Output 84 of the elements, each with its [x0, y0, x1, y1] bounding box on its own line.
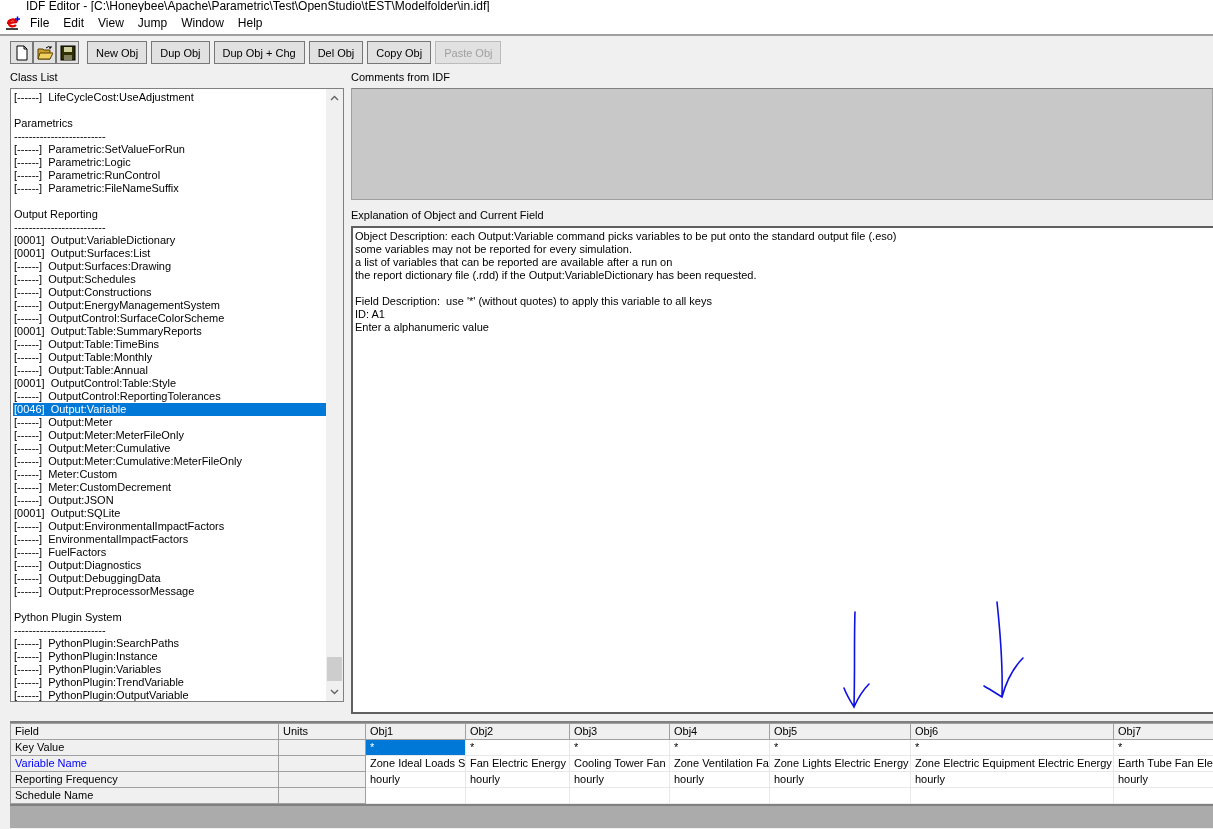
class-list-item[interactable]: [0001] Output:Table:SummaryReports — [13, 325, 326, 338]
class-list-item[interactable]: [------] LifeCycleCost:UseAdjustment — [13, 91, 326, 104]
class-list-item[interactable]: [------] Output:Meter:MeterFileOnly — [13, 429, 326, 442]
scrollbar-thumb[interactable] — [327, 657, 342, 681]
class-list-item[interactable]: [------] OutputControl:ReportingTolerances — [13, 390, 326, 403]
app-icon — [5, 15, 21, 31]
toolbar-button[interactable]: New Obj — [87, 41, 148, 64]
open-folder-icon — [36, 44, 53, 61]
class-list-item[interactable]: [------] Output:JSON — [13, 494, 326, 507]
description-text: Object Description: each Output:Variable command picks variables to be put onto the standard output file (.eso) — [355, 230, 898, 243]
class-list-item[interactable]: [0001] OutputControl:Table:Style — [13, 377, 326, 390]
column-header: Units — [278, 723, 366, 740]
class-list-item[interactable]: [------] Meter:Custom — [13, 468, 326, 481]
class-list-item[interactable]: [------] PythonPlugin:SearchPaths — [13, 637, 326, 650]
list-heading: Parametrics — [13, 117, 74, 130]
menu-item[interactable]: File — [23, 16, 57, 30]
menu-item[interactable]: Help — [230, 16, 270, 30]
class-list-item[interactable]: [------] EnvironmentalImpactFactors — [13, 533, 326, 546]
toolbar-button[interactable]: Dup Obj + Chg — [213, 41, 305, 64]
class-list-item[interactable]: [------] Output:Table:Annual — [13, 364, 326, 377]
class-list-item[interactable]: [------] Output:EnergyManagementSystem — [13, 299, 326, 312]
menu-item[interactable]: View — [91, 16, 131, 30]
class-list-item[interactable]: [------] Output:Meter:Cumulative:MeterFileOnly — [13, 455, 326, 468]
list-heading: ------------------------- — [13, 624, 107, 637]
class-list-item[interactable]: [------] PythonPlugin:Instance — [13, 650, 326, 663]
class-list-item[interactable]: [------] OutputControl:SurfaceColorScheme — [13, 312, 326, 325]
class-list-item[interactable]: [0001] Output:SQLite — [13, 507, 326, 520]
toolbar-button[interactable]: Copy Obj — [367, 41, 432, 64]
list-heading: ------------------------- — [13, 130, 107, 143]
class-list-item[interactable]: [------] Output:EnvironmentalImpactFactors — [13, 520, 326, 533]
class-list-item[interactable]: [------] PythonPlugin:OutputVariable — [13, 689, 326, 702]
class-list-item[interactable]: [0001] Output:VariableDictionary — [13, 234, 326, 247]
panel-label: Explanation of Object and Current Field — [351, 209, 544, 223]
description-text: the report dictionary file (.rdd) if the Output:VariableDictionary has been requested. — [355, 269, 758, 282]
class-list-item[interactable]: [------] Parametric:FileNameSuffix — [13, 182, 326, 195]
class-list-item[interactable]: [------] Output:Table:TimeBins — [13, 338, 326, 351]
scrollbar[interactable] — [326, 89, 343, 701]
class-list-item[interactable]: [------] Output:Diagnostics — [13, 559, 326, 572]
column-header: Field — [10, 723, 279, 740]
column-header: Obj2 — [465, 723, 570, 740]
scroll-up-icon[interactable] — [330, 95, 339, 101]
class-list-item[interactable]: [0046] Output:Variable — [13, 403, 326, 416]
description-text: Enter a alphanumeric value — [355, 321, 490, 334]
class-list-item[interactable]: [------] Parametric:SetValueForRun — [13, 143, 326, 156]
panel-label: Comments from IDF — [351, 71, 450, 85]
toolbar-button[interactable]: Dup Obj — [151, 41, 210, 64]
panel-label: Class List — [10, 71, 58, 85]
class-list-item[interactable]: [------] FuelFactors — [13, 546, 326, 559]
column-header: Obj5 — [769, 723, 911, 740]
class-list-item[interactable]: [------] Output:PreprocessorMessage — [13, 585, 326, 598]
class-list-item[interactable]: [------] Parametric:Logic — [13, 156, 326, 169]
save-icon — [59, 44, 76, 61]
description-text: ID: A1 — [355, 308, 386, 321]
window-title: IDF Editor - [C:\Honeybee\Apache\Parametric\Test\OpenStudio\tEST\Modelfolder\in.idf] — [26, 0, 490, 12]
column-header: Obj7 — [1113, 723, 1213, 740]
menu-item[interactable]: Window — [174, 16, 231, 30]
class-list-item[interactable]: [------] PythonPlugin:Variables — [13, 663, 326, 676]
toolbar-button[interactable] — [56, 41, 79, 64]
class-list-item[interactable]: [------] Output:Schedules — [13, 273, 326, 286]
class-list-item[interactable]: [0001] Output:Surfaces:List — [13, 247, 326, 260]
class-list-item[interactable]: [------] Output:Constructions — [13, 286, 326, 299]
class-list-item[interactable]: [------] Output:Meter — [13, 416, 326, 429]
class-list-item[interactable]: [------] Parametric:RunControl — [13, 169, 326, 182]
column-header: Obj3 — [569, 723, 670, 740]
list-heading: Output Reporting — [13, 208, 99, 221]
class-list-item[interactable]: [------] Meter:CustomDecrement — [13, 481, 326, 494]
description-text: a list of variables that can be reported are available after a run on — [355, 256, 674, 269]
class-list-item[interactable]: [------] Output:Surfaces:Drawing — [13, 260, 326, 273]
menu-item[interactable]: Jump — [130, 16, 175, 30]
toolbar-button[interactable]: Del Obj — [308, 41, 364, 64]
list-heading: ------------------------- — [13, 221, 107, 234]
new-file-icon — [13, 44, 30, 61]
column-header: Obj6 — [910, 723, 1114, 740]
column-header: Obj4 — [669, 723, 770, 740]
class-list-item[interactable]: [------] PythonPlugin:TrendVariable — [13, 676, 326, 689]
scroll-down-icon[interactable] — [330, 689, 339, 695]
description-text: some variables may not be reported for every simulation. — [355, 243, 633, 256]
description-text: Field Description: use '*' (without quotes) to apply this variable to all keys — [355, 295, 713, 308]
class-list-item[interactable]: [------] Output:Table:Monthly — [13, 351, 326, 364]
column-header: Obj1 — [365, 723, 466, 740]
menu-item[interactable]: Edit — [56, 16, 92, 30]
list-heading: Python Plugin System — [13, 611, 123, 624]
class-list-item[interactable]: [------] Output:Meter:Cumulative — [13, 442, 326, 455]
class-list-item[interactable]: [------] Output:DebuggingData — [13, 572, 326, 585]
